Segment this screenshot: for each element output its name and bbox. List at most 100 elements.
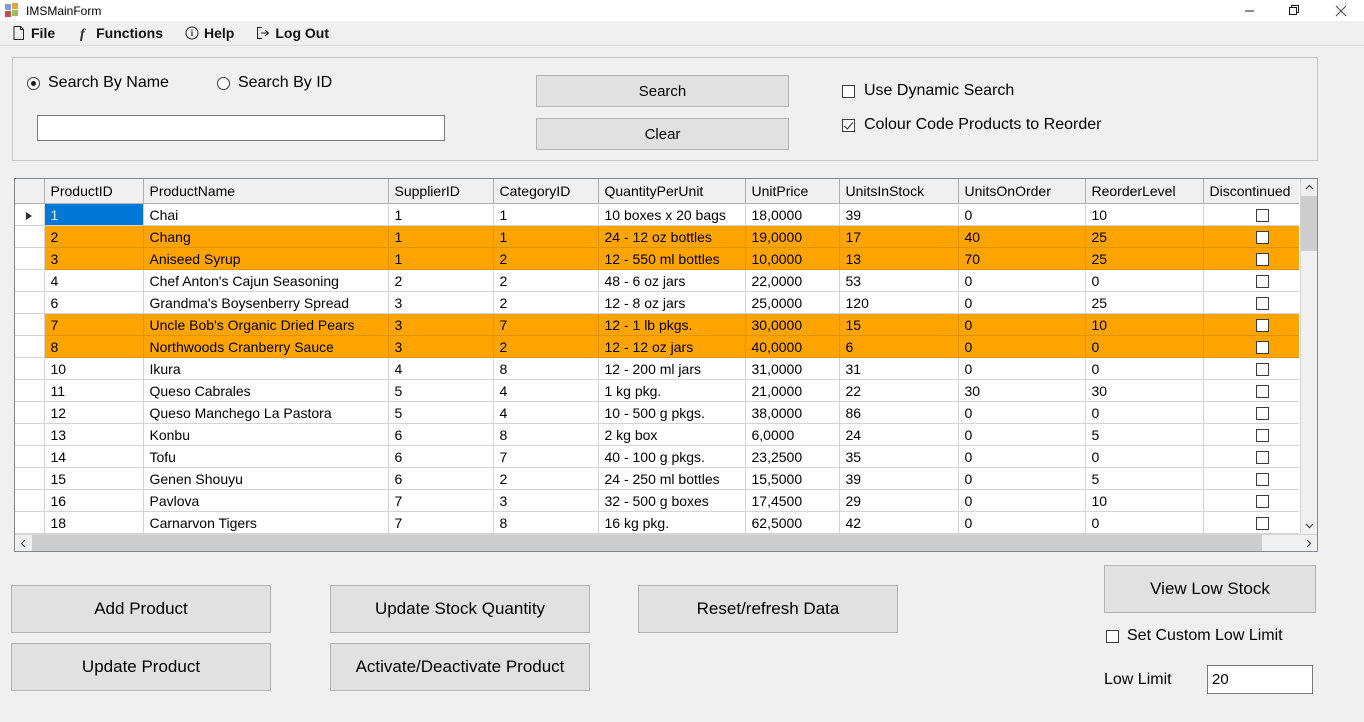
column-header-categoryid[interactable]: CategoryID <box>493 179 599 204</box>
cell-unitprice[interactable]: 31,0000 <box>745 357 840 380</box>
cell-reorderlevel[interactable]: 0 <box>1085 269 1204 292</box>
row-header-cell[interactable] <box>15 401 45 424</box>
cell-unitsinstock[interactable]: 17 <box>839 225 959 248</box>
discontinued-checkbox[interactable] <box>1256 473 1269 487</box>
cell-unitsonorder[interactable]: 0 <box>958 357 1086 380</box>
cell-categoryid[interactable]: 2 <box>493 291 599 314</box>
cell-productid[interactable]: 3 <box>44 247 144 270</box>
table-row[interactable]: 11 Queso Cabrales 5 4 1 kg pkg. 21,0000 22 30 30 <box>15 379 1299 402</box>
cell-unitsonorder[interactable]: 0 <box>958 269 1086 292</box>
cell-quantityperunit[interactable]: 48 - 6 oz jars <box>598 269 746 292</box>
cell-unitprice[interactable]: 19,0000 <box>745 225 840 248</box>
cell-reorderlevel[interactable]: 5 <box>1085 423 1204 446</box>
cell-supplierid[interactable]: 3 <box>388 313 494 336</box>
row-header-cell[interactable] <box>15 313 45 336</box>
cell-quantityperunit[interactable]: 16 kg pkg. <box>598 511 746 534</box>
cell-productid[interactable]: 16 <box>44 489 144 512</box>
cell-unitsinstock[interactable]: 35 <box>839 445 959 468</box>
cell-categoryid[interactable]: 8 <box>493 357 599 380</box>
minimize-icon[interactable] <box>1226 0 1272 21</box>
cell-unitprice[interactable]: 22,0000 <box>745 269 840 292</box>
grid-horizontal-scrollbar[interactable] <box>15 534 1317 551</box>
row-header-cell[interactable] <box>15 247 45 270</box>
column-header-supplierid[interactable]: SupplierID <box>388 179 494 204</box>
cell-reorderlevel[interactable]: 5 <box>1085 467 1204 490</box>
cell-unitprice[interactable]: 10,0000 <box>745 247 840 270</box>
cell-productid[interactable]: 4 <box>44 269 144 292</box>
row-header-cell[interactable] <box>15 203 45 226</box>
cell-productname[interactable]: Chai <box>143 203 389 226</box>
cell-discontinued[interactable] <box>1203 313 1299 336</box>
cell-productname[interactable]: Pavlova <box>143 489 389 512</box>
cell-unitsinstock[interactable]: 22 <box>839 379 959 402</box>
cell-unitsinstock[interactable]: 31 <box>839 357 959 380</box>
cell-discontinued[interactable] <box>1203 489 1299 512</box>
cell-unitprice[interactable]: 30,0000 <box>745 313 840 336</box>
cell-productname[interactable]: Queso Manchego La Pastora <box>143 401 389 424</box>
cell-productname[interactable]: Carnarvon Tigers <box>143 511 389 534</box>
cell-reorderlevel[interactable]: 25 <box>1085 225 1204 248</box>
cell-supplierid[interactable]: 3 <box>388 335 494 358</box>
cell-categoryid[interactable]: 1 <box>493 225 599 248</box>
discontinued-checkbox[interactable] <box>1256 253 1269 267</box>
cell-productname[interactable]: Chef Anton's Cajun Seasoning <box>143 269 389 292</box>
column-header-productname[interactable]: ProductName <box>143 179 389 204</box>
cell-unitprice[interactable]: 21,0000 <box>745 379 840 402</box>
cell-supplierid[interactable]: 1 <box>388 203 494 226</box>
row-header-cell[interactable] <box>15 489 45 512</box>
cell-productname[interactable]: Chang <box>143 225 389 248</box>
column-header-quantityperunit[interactable]: QuantityPerUnit <box>598 179 746 204</box>
row-header-cell[interactable] <box>15 467 45 490</box>
table-row[interactable]: 7 Uncle Bob's Organic Dried Pears 3 7 12 - 1… <box>15 313 1299 336</box>
cell-unitprice[interactable]: 62,5000 <box>745 511 840 534</box>
horizontal-scrollbar-thumb[interactable] <box>32 535 1262 551</box>
cell-unitsinstock[interactable]: 120 <box>839 291 959 314</box>
cell-unitsonorder[interactable]: 30 <box>958 379 1086 402</box>
cell-unitsonorder[interactable]: 0 <box>958 335 1086 358</box>
cell-productname[interactable]: Queso Cabrales <box>143 379 389 402</box>
discontinued-checkbox[interactable] <box>1256 363 1269 377</box>
cell-unitprice[interactable]: 23,2500 <box>745 445 840 468</box>
menu-item-log-out[interactable]: Log Out <box>252 23 339 43</box>
low-limit-input[interactable] <box>1207 665 1313 694</box>
radio-search-by-name[interactable]: Search By Name <box>27 74 169 92</box>
cell-reorderlevel[interactable]: 0 <box>1085 335 1204 358</box>
cell-discontinued[interactable] <box>1203 357 1299 380</box>
cell-unitprice[interactable]: 17,4500 <box>745 489 840 512</box>
search-input[interactable] <box>37 115 445 141</box>
cell-productname[interactable]: Grandma's Boysenberry Spread <box>143 291 389 314</box>
cell-quantityperunit[interactable]: 24 - 250 ml bottles <box>598 467 746 490</box>
cell-quantityperunit[interactable]: 12 - 550 ml bottles <box>598 247 746 270</box>
cell-unitsonorder[interactable]: 70 <box>958 247 1086 270</box>
cell-unitsinstock[interactable]: 15 <box>839 313 959 336</box>
table-row[interactable]: 4 Chef Anton's Cajun Seasoning 2 2 48 - 6 oz… <box>15 269 1299 292</box>
cell-supplierid[interactable]: 2 <box>388 269 494 292</box>
cell-unitsonorder[interactable]: 0 <box>958 423 1086 446</box>
cell-reorderlevel[interactable]: 10 <box>1085 203 1204 226</box>
cell-supplierid[interactable]: 5 <box>388 379 494 402</box>
close-icon[interactable] <box>1318 0 1364 21</box>
column-header-unitsinstock[interactable]: UnitsInStock <box>839 179 959 204</box>
cell-reorderlevel[interactable]: 0 <box>1085 401 1204 424</box>
view-low-stock-button[interactable]: View Low Stock <box>1104 565 1316 613</box>
cell-unitsonorder[interactable]: 40 <box>958 225 1086 248</box>
cell-unitsinstock[interactable]: 42 <box>839 511 959 534</box>
row-header-cell[interactable] <box>15 423 45 446</box>
discontinued-checkbox[interactable] <box>1256 319 1269 333</box>
cell-supplierid[interactable]: 1 <box>388 225 494 248</box>
cell-reorderlevel[interactable]: 25 <box>1085 247 1204 270</box>
clear-button[interactable]: Clear <box>536 118 789 150</box>
cell-productid[interactable]: 14 <box>44 445 144 468</box>
cell-productid[interactable]: 2 <box>44 225 144 248</box>
cell-quantityperunit[interactable]: 32 - 500 g boxes <box>598 489 746 512</box>
cell-productname[interactable]: Northwoods Cranberry Sauce <box>143 335 389 358</box>
cell-discontinued[interactable] <box>1203 247 1299 270</box>
cell-discontinued[interactable] <box>1203 203 1299 226</box>
cell-categoryid[interactable]: 4 <box>493 401 599 424</box>
row-header-corner[interactable] <box>15 179 45 204</box>
cell-unitsonorder[interactable]: 0 <box>958 511 1086 534</box>
cell-productid[interactable]: 1 <box>44 203 144 226</box>
colour-code-products-checkbox-box[interactable] <box>842 118 855 132</box>
discontinued-checkbox[interactable] <box>1256 341 1269 355</box>
radio-search-by-name-indicator[interactable] <box>27 76 40 90</box>
